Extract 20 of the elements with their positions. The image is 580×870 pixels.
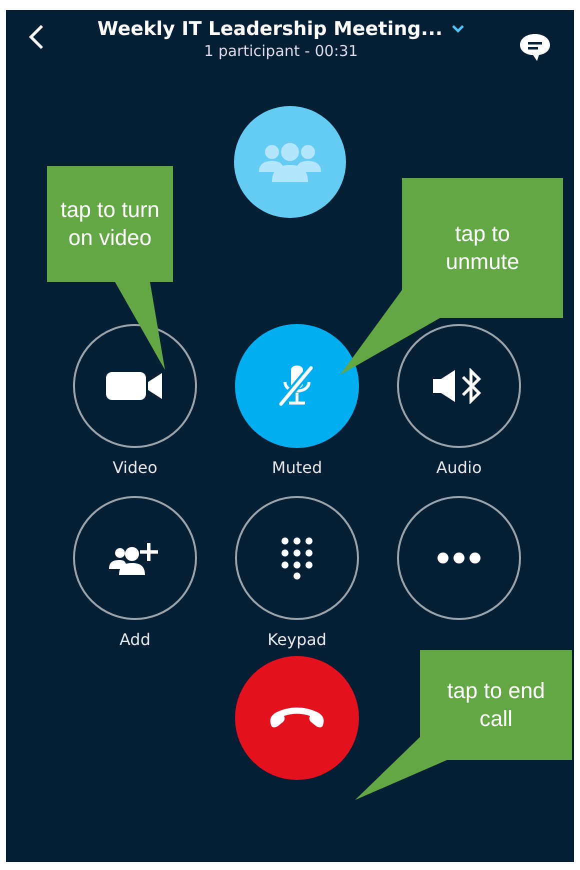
callout: tap to turn on video — [47, 166, 173, 370]
chat-icon[interactable] — [518, 32, 552, 62]
keypad-icon — [280, 536, 314, 580]
chevron-down-icon[interactable] — [450, 24, 465, 34]
group-icon — [258, 142, 322, 182]
video-camera-icon — [106, 370, 164, 402]
control-label: Muted — [272, 458, 322, 478]
callout: tap to end call — [355, 650, 572, 800]
meeting-title: Weekly IT Leadership Meeting... — [97, 18, 443, 40]
control-label: Keypad — [267, 630, 327, 650]
more-button[interactable] — [397, 496, 521, 620]
more-icon — [437, 552, 481, 564]
call-status: 1 participant - 00:31 — [204, 42, 358, 60]
back-icon[interactable] — [28, 24, 44, 50]
callout: tap to unmute — [340, 178, 563, 375]
keypad-button[interactable] — [235, 496, 359, 620]
add-button[interactable] — [73, 496, 197, 620]
control-label: Audio — [436, 458, 482, 478]
control-label: Video — [112, 458, 158, 478]
control-label: Add — [120, 630, 150, 650]
